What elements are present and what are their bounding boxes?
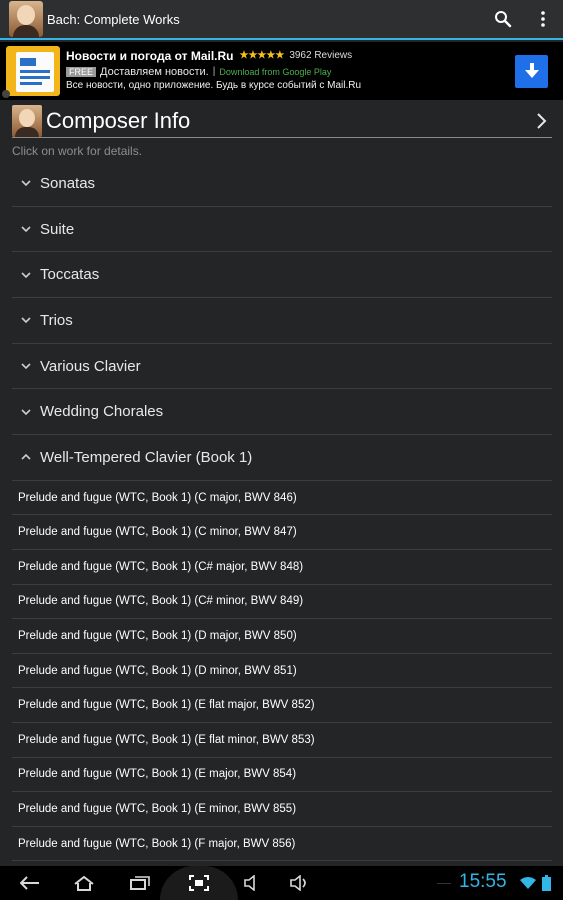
category-trios[interactable]: Trios (12, 298, 552, 344)
ad-separator: | (212, 66, 216, 77)
category-label: Trios (40, 311, 73, 329)
app-title: Bach: Complete Works (47, 11, 180, 27)
category-label: Sonatas (40, 174, 96, 192)
category-wedding-chorales[interactable]: Wedding Chorales (12, 389, 552, 436)
system-nav-bar: 15:55 (0, 866, 563, 900)
composer-info-title: Composer Info (46, 107, 191, 133)
action-bar: Bach: Complete Works (0, 0, 563, 40)
category-label: Well-Tempered Clavier (Book 1) (40, 448, 253, 466)
ad-reviews: 3962 Reviews (289, 50, 353, 61)
category-label: Various Clavier (40, 357, 141, 375)
app-icon[interactable] (9, 1, 43, 37)
ad-app-icon (6, 46, 60, 96)
chevron-down-icon (12, 356, 40, 376)
work-item[interactable]: Prelude and fugue (WTC, Book 1) (F major… (12, 827, 552, 862)
battery-status (539, 866, 553, 900)
chevron-up-icon (12, 447, 40, 467)
action-bar-actions (483, 0, 563, 39)
screenshot-button[interactable] (181, 866, 217, 900)
work-item[interactable]: Prelude and fugue (WTC, Book 1) (E minor… (12, 792, 552, 827)
ad-download-button[interactable] (515, 54, 548, 88)
work-item[interactable]: Prelude and fugue (WTC, Book 1) (C major… (12, 481, 552, 516)
chevron-down-icon (12, 173, 40, 193)
work-item[interactable]: Prelude and fugue (WTC, Book 1) (C minor… (12, 515, 552, 550)
volume-down-icon (244, 875, 255, 891)
volume-down-button[interactable] (240, 866, 264, 900)
category-label: Toccatas (40, 266, 100, 284)
ad-tagline: Доставляем новости. (100, 65, 209, 78)
divider (437, 883, 451, 884)
composer-portrait (12, 104, 42, 137)
volume-up-button[interactable] (287, 866, 313, 900)
work-item[interactable]: Prelude and fugue (WTC, Book 1) (D major… (12, 619, 552, 654)
works-list: Prelude and fugue (WTC, Book 1) (C major… (12, 481, 552, 862)
chevron-down-icon (12, 310, 40, 330)
category-sonatas[interactable]: Sonatas (12, 161, 552, 207)
recent-apps-icon (130, 876, 150, 890)
ad-info-icon[interactable] (2, 90, 10, 98)
category-well-tempered-clavier-book-1[interactable]: Well-Tempered Clavier (Book 1) (12, 435, 552, 481)
work-item[interactable]: Prelude and fugue (WTC, Book 1) (E major… (12, 758, 552, 793)
download-arrow-icon (524, 63, 539, 78)
battery-icon (541, 875, 551, 891)
category-label: Wedding Chorales (40, 403, 164, 421)
work-item[interactable]: Prelude and fugue (WTC, Book 1) (D minor… (12, 654, 552, 689)
composer-info-header[interactable]: Composer Info (12, 104, 552, 138)
ad-free-badge: FREE (66, 66, 97, 77)
chevron-down-icon (12, 219, 40, 239)
hint-text: Click on work for details. (12, 144, 143, 158)
work-item[interactable]: Prelude and fugue (WTC, Book 1) (C# mino… (12, 585, 552, 620)
home-button[interactable] (66, 866, 102, 900)
volume-up-icon (290, 875, 306, 891)
screenshot-icon (189, 875, 209, 891)
ad-text: Новости и погода от Mail.Ru ★★★★★ 3962 R… (66, 48, 515, 95)
category-list: Sonatas Suite Toccatas Trios Various Cla… (12, 161, 552, 862)
category-toccatas[interactable]: Toccatas (12, 252, 552, 299)
back-arrow-icon (20, 876, 39, 890)
back-button[interactable] (12, 866, 48, 900)
work-item[interactable]: Prelude and fugue (WTC, Book 1) (E flat … (12, 723, 552, 758)
ad-banner[interactable]: Новости и погода от Mail.Ru ★★★★★ 3962 R… (0, 42, 563, 100)
ad-store-link: Download from Google Play (219, 66, 332, 77)
app-window: Bach: Complete Works Новости и погода от… (0, 0, 563, 900)
home-icon (74, 875, 94, 891)
search-button[interactable] (483, 0, 523, 39)
overflow-menu-button[interactable] (523, 0, 563, 39)
chevron-down-icon (12, 402, 40, 422)
search-icon (495, 11, 512, 28)
category-suite[interactable]: Suite (12, 207, 552, 253)
work-item[interactable]: Prelude and fugue (WTC, Book 1) (E flat … (12, 688, 552, 723)
status-clock: 15:55 (459, 871, 507, 892)
ad-title: Новости и погода от Mail.Ru (66, 48, 234, 63)
wifi-icon (520, 877, 536, 889)
category-various-clavier[interactable]: Various Clavier (12, 344, 552, 390)
category-label: Suite (40, 220, 75, 238)
work-item[interactable]: Prelude and fugue (WTC, Book 1) (C# majo… (12, 550, 552, 585)
ad-rating-stars: ★★★★★ (239, 50, 285, 61)
chevron-down-icon (12, 265, 40, 285)
chevron-right-icon (530, 110, 552, 132)
wifi-status (517, 866, 539, 900)
recent-apps-button[interactable] (122, 866, 158, 900)
ad-description: Все новости, одно приложение. Будь в кур… (66, 79, 362, 91)
overflow-menu-icon (541, 11, 545, 27)
